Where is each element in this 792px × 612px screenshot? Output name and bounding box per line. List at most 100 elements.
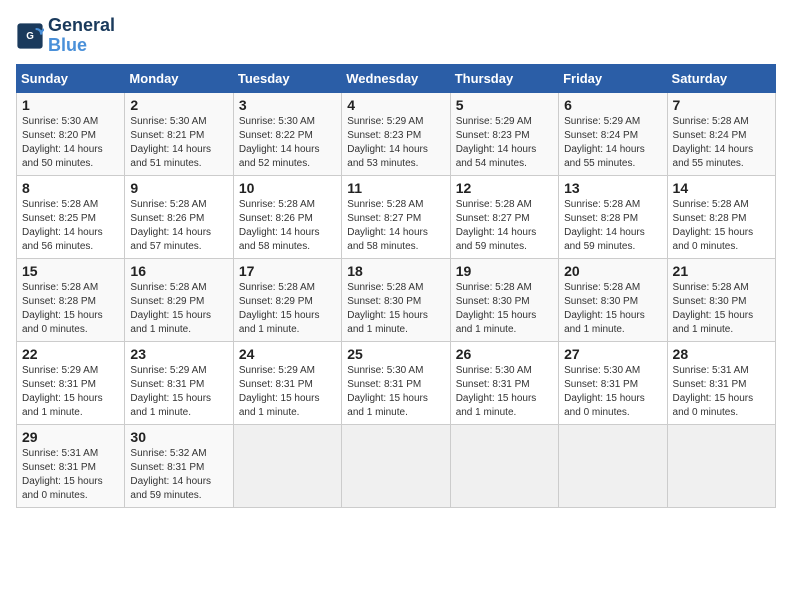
day-number: 5 [456,97,553,113]
svg-text:G: G [26,31,34,42]
day-detail: Sunrise: 5:30 AM Sunset: 8:20 PM Dayligh… [22,115,119,171]
calendar-header-row: SundayMondayTuesdayWednesdayThursdayFrid… [17,64,776,92]
day-detail: Sunrise: 5:28 AM Sunset: 8:27 PM Dayligh… [347,198,444,254]
day-number: 9 [130,180,227,196]
calendar-cell: 10 Sunrise: 5:28 AM Sunset: 8:26 PM Dayli… [233,175,341,258]
calendar-cell: 7 Sunrise: 5:28 AM Sunset: 8:24 PM Daylig… [667,92,775,175]
logo-text: GeneralBlue [48,16,115,56]
day-detail: Sunrise: 5:29 AM Sunset: 8:23 PM Dayligh… [456,115,553,171]
day-number: 20 [564,263,661,279]
day-number: 6 [564,97,661,113]
calendar-week-0: 1 Sunrise: 5:30 AM Sunset: 8:20 PM Daylig… [17,92,776,175]
day-number: 19 [456,263,553,279]
day-number: 3 [239,97,336,113]
calendar-cell: 26Sunrise: 5:30 AM Sunset: 8:31 PM Dayli… [450,341,558,424]
day-number: 26 [456,346,553,362]
calendar-body: 1 Sunrise: 5:30 AM Sunset: 8:20 PM Daylig… [17,92,776,507]
calendar-cell [450,424,558,507]
calendar-cell: 18 Sunrise: 5:28 AM Sunset: 8:30 PM Dayli… [342,258,450,341]
header-monday: Monday [125,64,233,92]
calendar-cell [667,424,775,507]
calendar-cell: 3 Sunrise: 5:30 AM Sunset: 8:22 PM Daylig… [233,92,341,175]
calendar-cell: 6Sunrise: 5:29 AM Sunset: 8:24 PM Daylig… [559,92,667,175]
calendar-cell: 20Sunrise: 5:28 AM Sunset: 8:30 PM Dayli… [559,258,667,341]
calendar-cell: 22 Sunrise: 5:29 AM Sunset: 8:31 PM Dayli… [17,341,125,424]
calendar-week-3: 22 Sunrise: 5:29 AM Sunset: 8:31 PM Dayli… [17,341,776,424]
calendar-cell [233,424,341,507]
calendar-cell: 17 Sunrise: 5:28 AM Sunset: 8:29 PM Dayli… [233,258,341,341]
calendar-cell: 29Sunrise: 5:31 AM Sunset: 8:31 PM Dayli… [17,424,125,507]
calendar-cell: 24 Sunrise: 5:29 AM Sunset: 8:31 PM Dayli… [233,341,341,424]
calendar-cell: 13 Sunrise: 5:28 AM Sunset: 8:28 PM Dayli… [559,175,667,258]
header-tuesday: Tuesday [233,64,341,92]
day-number: 28 [673,346,770,362]
calendar-cell: 2 Sunrise: 5:30 AM Sunset: 8:21 PM Daylig… [125,92,233,175]
logo-icon: G [16,22,44,50]
day-number: 16 [130,263,227,279]
day-number: 17 [239,263,336,279]
day-detail: Sunrise: 5:29 AM Sunset: 8:31 PM Dayligh… [130,364,227,420]
day-detail: Sunrise: 5:30 AM Sunset: 8:31 PM Dayligh… [347,364,444,420]
day-number: 12 [456,180,553,196]
day-detail: Sunrise: 5:29 AM Sunset: 8:31 PM Dayligh… [22,364,119,420]
day-number: 7 [673,97,770,113]
calendar-table: SundayMondayTuesdayWednesdayThursdayFrid… [16,64,776,508]
calendar-cell: 1 Sunrise: 5:30 AM Sunset: 8:20 PM Daylig… [17,92,125,175]
calendar-cell: 14Sunrise: 5:28 AM Sunset: 8:28 PM Dayli… [667,175,775,258]
calendar-week-1: 8 Sunrise: 5:28 AM Sunset: 8:25 PM Daylig… [17,175,776,258]
logo: G GeneralBlue [16,16,115,56]
header-saturday: Saturday [667,64,775,92]
day-number: 18 [347,263,444,279]
calendar-week-2: 15Sunrise: 5:28 AM Sunset: 8:28 PM Dayli… [17,258,776,341]
day-detail: Sunrise: 5:31 AM Sunset: 8:31 PM Dayligh… [673,364,770,420]
day-detail: Sunrise: 5:30 AM Sunset: 8:22 PM Dayligh… [239,115,336,171]
calendar-cell: 15Sunrise: 5:28 AM Sunset: 8:28 PM Dayli… [17,258,125,341]
day-number: 2 [130,97,227,113]
calendar-cell [342,424,450,507]
day-detail: Sunrise: 5:28 AM Sunset: 8:28 PM Dayligh… [564,198,661,254]
day-detail: Sunrise: 5:28 AM Sunset: 8:29 PM Dayligh… [130,281,227,337]
day-detail: Sunrise: 5:32 AM Sunset: 8:31 PM Dayligh… [130,447,227,503]
day-number: 23 [130,346,227,362]
calendar-cell: 16 Sunrise: 5:28 AM Sunset: 8:29 PM Dayli… [125,258,233,341]
day-detail: Sunrise: 5:28 AM Sunset: 8:27 PM Dayligh… [456,198,553,254]
header-sunday: Sunday [17,64,125,92]
page-header: G GeneralBlue [16,16,776,56]
calendar-cell: 12 Sunrise: 5:28 AM Sunset: 8:27 PM Dayli… [450,175,558,258]
day-detail: Sunrise: 5:28 AM Sunset: 8:25 PM Dayligh… [22,198,119,254]
calendar-cell: 23 Sunrise: 5:29 AM Sunset: 8:31 PM Dayli… [125,341,233,424]
day-detail: Sunrise: 5:28 AM Sunset: 8:24 PM Dayligh… [673,115,770,171]
calendar-cell [559,424,667,507]
day-number: 25 [347,346,444,362]
day-number: 24 [239,346,336,362]
day-detail: Sunrise: 5:28 AM Sunset: 8:26 PM Dayligh… [239,198,336,254]
day-detail: Sunrise: 5:28 AM Sunset: 8:29 PM Dayligh… [239,281,336,337]
calendar-cell: 19 Sunrise: 5:28 AM Sunset: 8:30 PM Dayli… [450,258,558,341]
day-detail: Sunrise: 5:28 AM Sunset: 8:30 PM Dayligh… [673,281,770,337]
calendar-cell: 21 Sunrise: 5:28 AM Sunset: 8:30 PM Dayli… [667,258,775,341]
header-thursday: Thursday [450,64,558,92]
day-detail: Sunrise: 5:28 AM Sunset: 8:28 PM Dayligh… [22,281,119,337]
day-number: 8 [22,180,119,196]
calendar-cell: 5 Sunrise: 5:29 AM Sunset: 8:23 PM Daylig… [450,92,558,175]
header-wednesday: Wednesday [342,64,450,92]
day-detail: Sunrise: 5:28 AM Sunset: 8:26 PM Dayligh… [130,198,227,254]
day-detail: Sunrise: 5:28 AM Sunset: 8:30 PM Dayligh… [347,281,444,337]
day-detail: Sunrise: 5:29 AM Sunset: 8:31 PM Dayligh… [239,364,336,420]
header-friday: Friday [559,64,667,92]
day-detail: Sunrise: 5:30 AM Sunset: 8:31 PM Dayligh… [564,364,661,420]
day-number: 13 [564,180,661,196]
calendar-cell: 25 Sunrise: 5:30 AM Sunset: 8:31 PM Dayli… [342,341,450,424]
day-detail: Sunrise: 5:28 AM Sunset: 8:30 PM Dayligh… [456,281,553,337]
calendar-cell: 4Sunrise: 5:29 AM Sunset: 8:23 PM Daylig… [342,92,450,175]
day-number: 29 [22,429,119,445]
day-number: 11 [347,180,444,196]
day-number: 21 [673,263,770,279]
day-number: 14 [673,180,770,196]
day-number: 10 [239,180,336,196]
day-number: 1 [22,97,119,113]
calendar-cell: 9 Sunrise: 5:28 AM Sunset: 8:26 PM Daylig… [125,175,233,258]
day-detail: Sunrise: 5:30 AM Sunset: 8:21 PM Dayligh… [130,115,227,171]
calendar-cell: 11 Sunrise: 5:28 AM Sunset: 8:27 PM Dayli… [342,175,450,258]
day-number: 22 [22,346,119,362]
